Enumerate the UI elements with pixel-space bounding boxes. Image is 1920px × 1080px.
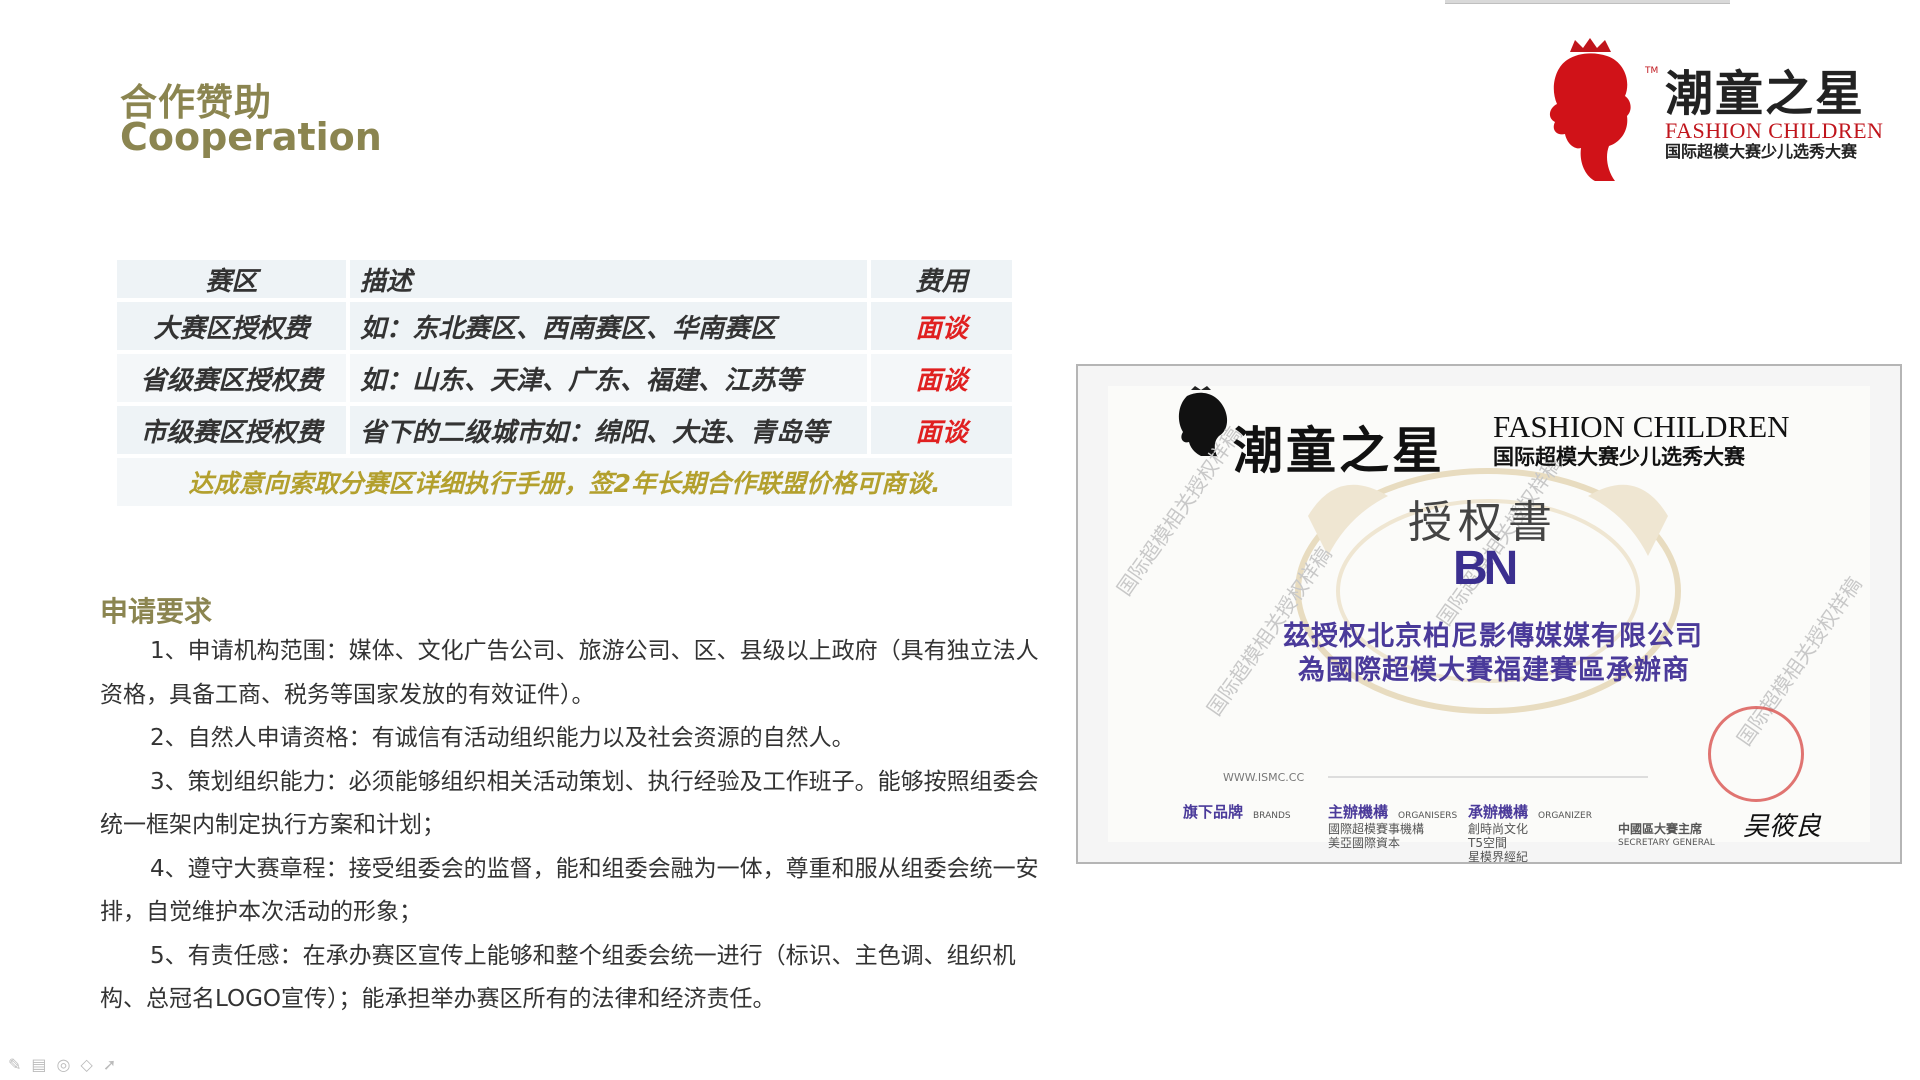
authorization-certificate-image: 国际超模相关授权样稿 国际超模相关授权样稿 国际超模相关授权样稿 国际超模相关授… [1076,364,1902,864]
certificate-signature: 吴筱良 [1743,812,1822,842]
fee-table: 赛区 描述 费用 大赛区授权费 如：东北赛区、西南赛区、华南赛区 面谈 省级赛区… [113,256,1016,510]
cell-region: 市级赛区授权费 [117,406,347,454]
col-header-desc: 描述 [350,260,868,298]
certificate-brand-sub: 国际超模大赛少儿选秀大赛 [1493,445,1745,469]
footer-organizer-3: 星模界經紀 [1468,850,1529,864]
col-header-region: 赛区 [117,260,347,298]
col-header-fee: 费用 [871,260,1012,298]
logo-subtitle: 国际超模大赛少儿选秀大赛 [1665,142,1858,161]
top-window-tab [1445,0,1730,4]
brand-logo: TM 潮童之星 FASHION CHILDREN 国际超模大赛少儿选秀大赛 [1545,38,1885,183]
pen-icon[interactable]: ✎ [8,1055,21,1074]
slides-icon[interactable]: ▤ [31,1055,46,1074]
certificate-brand-en: FASHION CHILDREN [1493,409,1790,444]
requirements-title: 申请要求 [100,595,213,628]
cell-desc: 省下的二级城市如：绵阳、大连、青岛等 [350,406,868,454]
table-row: 大赛区授权费 如：东北赛区、西南赛区、华南赛区 面谈 [117,302,1012,350]
certificate-url: WWW.ISMC.CC [1223,771,1305,784]
table-row: 市级赛区授权费 省下的二级城市如：绵阳、大连、青岛等 面谈 [117,406,1012,454]
footer-chair-label: 中國區大賽主席 [1618,822,1703,836]
page-title-en: Cooperation [120,115,382,159]
trademark-label: TM [1645,66,1659,76]
footer-organisers-label: 主辦機構 [1328,803,1389,821]
table-note: 达成意向索取分赛区详细执行手册，签2年长期合作联盟价格可商谈. [117,458,1012,506]
footer-organiser-1: 國際超模賽事機構 [1328,822,1425,836]
requirement-item: 3、策划组织能力：必须能够组织相关活动策划、执行经验及工作班子。能够按照组委会统… [100,768,1039,839]
cell-fee: 面谈 [871,354,1012,402]
pointer-icon[interactable]: ➚ [103,1055,116,1074]
requirement-item: 4、遵守大赛章程：接受组委会的监督，能和组委会融为一体，尊重和服从组委会统一安排… [100,855,1039,926]
logo-english: FASHION CHILDREN [1665,118,1884,143]
footer-chair-en: SECRETARY GENERAL [1618,838,1715,848]
certificate-brand-cn: 潮童之星 [1233,421,1445,480]
certificate-role-line: 為國際超模大賽福建賽區承辦商 [1298,655,1690,686]
cell-desc: 如：山东、天津、广东、福建、江苏等 [350,354,868,402]
footer-organizer-1: 創時尚文化 [1468,822,1529,836]
slideshow-toolbar: ✎ ▤ ◎ ◇ ➚ [8,1055,116,1074]
footer-organisers-en: ORGANISERS [1398,811,1458,821]
footer-organizer-en: ORGANIZER [1538,811,1592,821]
logo-name: 潮童之星 [1665,66,1866,122]
silhouette-logo-icon [1549,38,1631,181]
footer-brands-en: BRANDS [1253,811,1291,821]
footer-organizer-2: T5空間 [1468,836,1507,850]
cell-region: 大赛区授权费 [117,302,347,350]
requirements-list: 1、申请机构范围：媒体、文化广告公司、旅游公司、区、县级以上政府（具有独立法人资… [100,630,1040,1022]
cell-fee: 面谈 [871,302,1012,350]
footer-organiser-2: 美亞國際資本 [1328,836,1401,850]
zoom-icon[interactable]: ◎ [57,1055,71,1074]
table-row: 省级赛区授权费 如：山东、天津、广东、福建、江苏等 面谈 [117,354,1012,402]
requirement-item: 1、申请机构范围：媒体、文化广告公司、旅游公司、区、县级以上政府（具有独立法人资… [100,638,1039,708]
red-seal-stamp [1708,706,1804,802]
footer-brands-label: 旗下品牌 [1183,803,1244,821]
cell-fee: 面谈 [871,406,1012,454]
table-note-row: 达成意向索取分赛区详细执行手册，签2年长期合作联盟价格可商谈. [117,458,1012,506]
requirement-item: 5、有责任感：在承办赛区宣传上能够和整个组委会统一进行（标识、主色调、组织机构、… [100,942,1016,1013]
cell-desc: 如：东北赛区、西南赛区、华南赛区 [350,302,868,350]
eraser-icon[interactable]: ◇ [81,1055,93,1074]
requirement-item: 2、自然人申请资格：有诚信有活动组织能力以及社会资源的自然人。 [150,725,855,751]
footer-organizer-label: 承辦機構 [1468,803,1529,821]
cell-region: 省级赛区授权费 [117,354,347,402]
bn-logo: BN [1453,542,1518,595]
table-header-row: 赛区 描述 费用 [117,260,1012,298]
